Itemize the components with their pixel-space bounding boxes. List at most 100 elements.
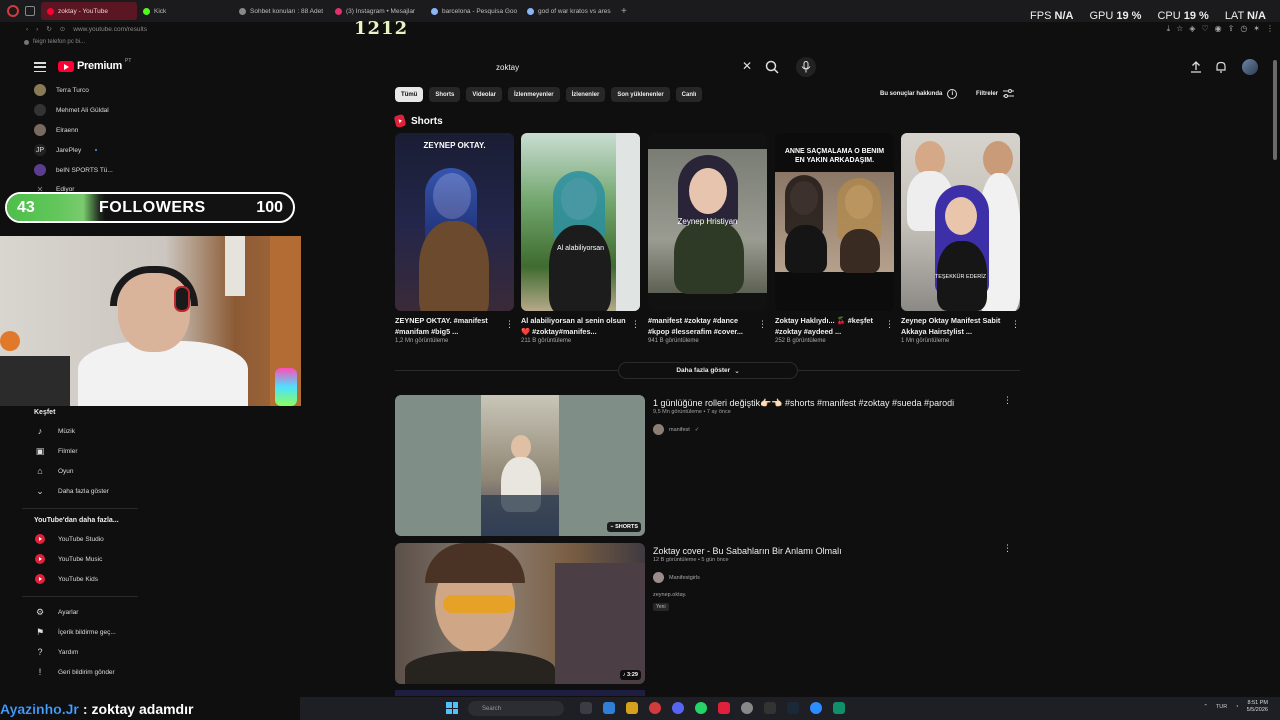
short-card[interactable]: TEŞEKKÜR EDERİZ Zeynep Oktay Manifest Sa… [901,133,1020,344]
video-thumbnail[interactable]: ♪ 3:29 [395,543,645,684]
new-tab-button[interactable]: + [621,6,627,17]
short-title[interactable]: Zoktay Haklıydı... 🍒 #keşfet #zoktay #ay… [775,316,894,337]
network-icon[interactable]: ◔ [1235,704,1238,710]
video-title[interactable]: Zoktay cover - Bu Sabahların Bir Anlamı … [653,546,842,556]
sidebar-item-films[interactable]: ▣ Filmler [34,445,78,457]
subscription-item[interactable]: Terra Turco [34,84,89,96]
short-card[interactable]: ANNE SAÇMALAMA O BENIM EN YAKIN ARKADAŞI… [775,133,894,344]
zoom-icon[interactable] [810,702,822,714]
history-icon[interactable]: ◷ [1240,24,1247,34]
subscription-item[interactable]: Elraenn [34,124,78,136]
discord-icon[interactable] [672,702,684,714]
short-title[interactable]: Al alabiliyorsan al senin olsun❤️ #zokta… [521,316,640,337]
heart-icon[interactable]: ♡ [1201,24,1208,34]
sidebar-item-explore[interactable]: Keşfet [34,409,55,416]
task-view-icon[interactable] [580,702,592,714]
short-card[interactable]: Zeynep Hristiyan #manifest #zoktay #danc… [648,133,767,344]
search-icon[interactable] [763,58,781,76]
more-icon[interactable]: ⋮ [1266,24,1274,34]
short-card[interactable]: Al alabiliyorsan Al alabiliyorsan al sen… [521,133,640,344]
more-options-icon[interactable]: ⋮ [1011,319,1020,330]
chip-recently-uploaded[interactable]: Son yüklenenler [611,87,670,102]
tab-kick[interactable]: Kick [137,2,233,20]
app-icon[interactable] [718,702,730,714]
subscription-item[interactable]: JP JarePley [34,144,98,156]
video-result[interactable]: ⌁ SHORTS 1 günlüğüne rolleri değiştik👉🏻👈… [395,395,1020,536]
tab-overview-icon[interactable] [25,6,35,16]
camera-icon[interactable]: ◉ [1215,24,1222,34]
back-arrow-icon[interactable]: ‹ [26,26,28,33]
short-thumbnail[interactable]: Al alabiliyorsan [521,133,640,311]
widgets-icon[interactable] [603,702,615,714]
windows-start-icon[interactable] [446,702,458,714]
menu-icon[interactable] [34,62,46,72]
app-icon[interactable] [833,702,845,714]
more-options-icon[interactable]: ⋮ [758,319,767,330]
whatsapp-icon[interactable] [695,702,707,714]
bookmark-star-icon[interactable]: ☆ [1176,24,1183,34]
sidebar-item-gaming[interactable]: ⌂ Oyun [34,465,73,477]
sidebar-item-music[interactable]: ♪ Müzik [34,425,75,437]
reload-icon[interactable]: ↻ [46,25,51,33]
tab-youtube[interactable]: zoktay - YouTube [41,2,137,20]
opera-gx-icon[interactable] [649,702,661,714]
video-result-partial[interactable] [395,690,1020,696]
more-options-icon[interactable]: ⋮ [1003,395,1012,406]
tab-sohbet[interactable]: Sohbet konuları : 88 Adet [233,2,329,20]
microphone-button[interactable] [796,57,816,77]
video-thumbnail[interactable]: ⌁ SHORTS [395,395,645,536]
file-explorer-icon[interactable] [626,702,638,714]
taskbar-clock[interactable]: 8:51 PM 5/5/2026 [1247,700,1268,715]
youtube-premium-logo[interactable]: Premium PT [58,58,131,72]
clear-search-icon[interactable]: ✕ [742,59,752,73]
sidebar-item-youtube-music[interactable]: YouTube Music [34,553,102,565]
filters-button[interactable]: Filtreler [976,89,1015,98]
sidebar-item-feedback[interactable]: ! Geri bildirim gönder [34,666,115,678]
show-more-button[interactable]: Daha fazla göster ⌄ [618,362,798,379]
short-thumbnail[interactable]: TEŞEKKÜR EDERİZ [901,133,1020,311]
short-title[interactable]: #manifest #zoktay #dance #kpop #lesseraf… [648,316,767,337]
more-options-icon[interactable]: ⋮ [885,319,894,330]
chip-watched[interactable]: İzlenenler [565,87,606,102]
short-thumbnail[interactable]: Zeynep Hristiyan [648,133,767,311]
more-options-icon[interactable]: ⋮ [505,319,514,330]
short-card[interactable]: ZEYNEP OKTAY. ZEYNEP OKTAY. #manifest #m… [395,133,514,344]
settings-icon[interactable] [741,702,753,714]
sidebar-item-settings[interactable]: ⚙ Ayarlar [34,606,79,618]
search-input[interactable]: zoktay [486,57,786,77]
steam-icon[interactable] [787,702,799,714]
short-thumbnail[interactable]: ZEYNEP OKTAY. [395,133,514,311]
about-results-button[interactable]: Bu sonuçlar hakkında i [880,89,958,99]
bookmark-item[interactable]: feign telefon pc bi... [33,39,85,45]
page-scrollbar[interactable] [1273,60,1277,160]
language-indicator[interactable]: TUR [1216,704,1227,710]
chip-unwatched[interactable]: İzlenmeyenler [507,87,560,102]
tab-google-kratos[interactable]: god of war kratos vs ares [521,2,617,20]
video-result[interactable]: ♪ 3:29 Zoktay cover - Bu Sabahların Bir … [395,543,1020,684]
channel-link[interactable]: Manifestgirls [653,572,700,583]
forward-arrow-icon[interactable]: › [36,26,38,33]
video-title[interactable]: 1 günlüğüne rolleri değiştik👉🏻👈🏻 #shorts… [653,398,954,409]
taskbar-search-input[interactable]: Search [468,701,564,716]
shield-icon[interactable]: ◈ [1189,24,1195,34]
short-title[interactable]: ZEYNEP OKTAY. #manifest #manifam #big5 .… [395,316,514,337]
site-info-icon[interactable]: ⊙ [60,25,65,33]
sidebar-item-youtube-kids[interactable]: YouTube Kids [34,573,98,585]
sidebar-item-youtube-studio[interactable]: YouTube Studio [34,533,104,545]
tray-chevron-icon[interactable]: ⌃ [1203,704,1208,710]
more-options-icon[interactable]: ⋮ [631,319,640,330]
upload-icon[interactable] [1189,60,1203,74]
browser-logo-icon[interactable] [7,5,19,17]
chip-live[interactable]: Canlı [675,87,703,102]
subscription-item[interactable]: beIN SPORTS Tü... [34,164,113,176]
obs-icon[interactable] [764,702,776,714]
tab-google-barcelona[interactable]: barcelona - Pesquisa Goo [425,2,521,20]
chip-all[interactable]: Tümü [395,87,424,102]
download-icon[interactable]: ⤓ [1167,24,1171,34]
sidebar-item-report-history[interactable]: ⚑ İçerik bildirme geç... [34,626,116,638]
sidebar-show-more[interactable]: ⌄ Daha fazla göster [34,485,109,497]
channel-link[interactable]: manifest ✓ [653,424,699,435]
short-title[interactable]: Zeynep Oktay Manifest Sabit Akkaya Hairs… [901,316,1020,337]
share-icon[interactable]: ⇪ [1228,24,1235,34]
more-options-icon[interactable]: ⋮ [1003,543,1012,554]
